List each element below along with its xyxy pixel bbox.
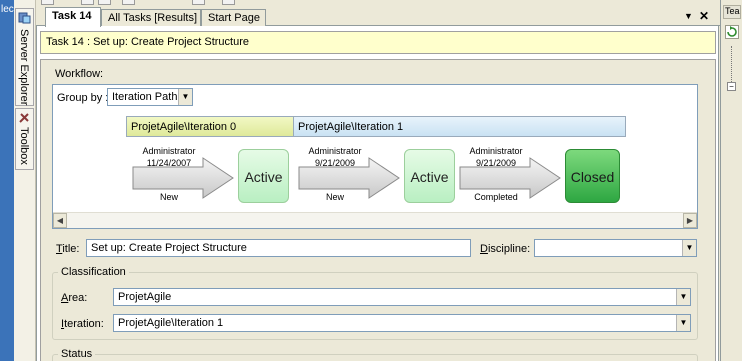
area-value: ProjetAgile xyxy=(118,291,172,303)
iteration-field-label: Iteration: xyxy=(61,318,104,330)
right-dock-panel: Tea − xyxy=(720,0,742,361)
status-group-title: Status xyxy=(58,348,96,360)
transition-user: Administrator xyxy=(308,146,362,156)
tab-task-14[interactable]: Task 14 xyxy=(45,7,101,27)
title-input[interactable]: Set up: Create Project Structure xyxy=(86,239,471,257)
chevron-down-icon[interactable]: ▼ xyxy=(676,315,690,331)
scroll-left-icon[interactable]: ◀ xyxy=(53,213,67,228)
transition-date: 11/24/2007 xyxy=(146,158,192,168)
iteration-select[interactable]: ProjetAgile\Iteration 1 ▼ xyxy=(113,314,691,332)
state-node-active[interactable]: Active xyxy=(238,149,289,203)
transition-reason: Completed xyxy=(474,192,518,202)
chevron-down-icon[interactable]: ▼ xyxy=(676,289,690,305)
state-node-active[interactable]: Active xyxy=(404,149,455,203)
team-explorer-tab-text: Tea xyxy=(725,6,740,16)
workflow-horizontal-scrollbar[interactable]: ◀ ▶ xyxy=(53,212,697,228)
transition-user: Administrator xyxy=(469,146,523,156)
tree-connector-line xyxy=(731,46,732,86)
transition-date: 9/21/2009 xyxy=(475,158,517,168)
refresh-icon[interactable] xyxy=(725,25,739,39)
discipline-field-label: Discipline: xyxy=(480,243,531,255)
classification-group-title: Classification xyxy=(58,266,129,278)
state-label: Active xyxy=(244,169,283,185)
state-label: Active xyxy=(410,169,449,185)
discipline-select[interactable]: ▼ xyxy=(534,239,697,257)
tree-expand-icon[interactable]: − xyxy=(727,82,736,91)
transition-date: 9/21/2009 xyxy=(314,158,356,168)
tab-label: Task 14 xyxy=(52,10,92,22)
title-input-value: Set up: Create Project Structure xyxy=(91,242,247,254)
transition-reason: New xyxy=(159,192,178,202)
transition-user: Administrator xyxy=(142,146,196,156)
status-group xyxy=(52,354,698,361)
team-explorer-tab[interactable]: Tea xyxy=(723,5,741,19)
transition-reason: New xyxy=(325,192,344,202)
area-select[interactable]: ProjetAgile ▼ xyxy=(113,288,691,306)
state-label: Closed xyxy=(570,169,615,185)
scroll-right-icon[interactable]: ▶ xyxy=(683,213,697,228)
chevron-down-icon[interactable]: ▼ xyxy=(682,240,696,256)
title-field-label: Title: xyxy=(56,243,80,255)
state-node-closed[interactable]: Closed xyxy=(565,149,620,203)
area-field-label: Area: xyxy=(61,292,88,304)
iteration-value: ProjetAgile\Iteration 1 xyxy=(118,317,224,329)
